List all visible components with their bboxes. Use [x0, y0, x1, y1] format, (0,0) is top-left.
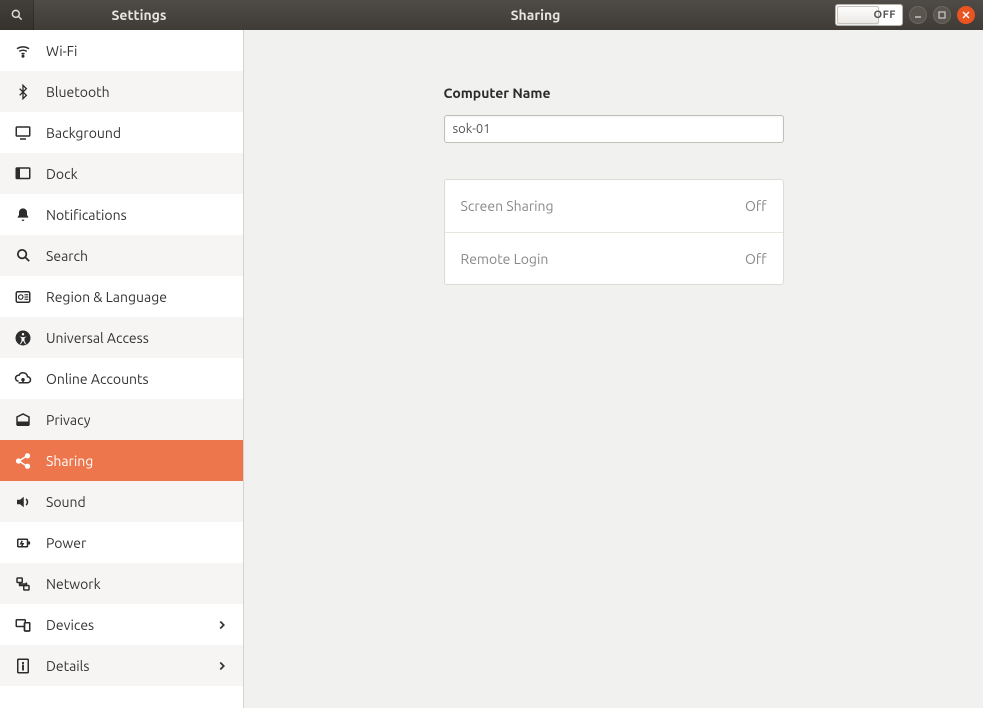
- search-button[interactable]: [0, 0, 34, 30]
- sidebar: Wi-Fi Bluetooth Background Dock Notifica: [0, 30, 244, 708]
- network-icon: [14, 575, 32, 593]
- sidebar-item-sharing[interactable]: Sharing: [0, 440, 243, 481]
- display-icon: [14, 124, 32, 142]
- bluetooth-icon: [14, 83, 32, 101]
- sidebar-item-bluetooth[interactable]: Bluetooth: [0, 71, 243, 112]
- sidebar-item-power[interactable]: Power: [0, 522, 243, 563]
- computer-name-input[interactable]: [444, 115, 784, 143]
- sidebar-item-online[interactable]: Online Accounts: [0, 358, 243, 399]
- sidebar-item-label: Background: [46, 125, 121, 141]
- power-icon: [14, 534, 32, 552]
- accessibility-icon: [14, 329, 32, 347]
- row-remote-login[interactable]: Remote Login Off: [445, 232, 783, 284]
- dock-icon: [14, 165, 32, 183]
- sidebar-item-label: Search: [46, 248, 88, 264]
- sidebar-item-network[interactable]: Network: [0, 563, 243, 604]
- main-area: Wi-Fi Bluetooth Background Dock Notifica: [0, 30, 983, 708]
- sharing-options-list: Screen Sharing Off Remote Login Off: [444, 179, 784, 285]
- sidebar-item-label: Sharing: [46, 453, 93, 469]
- search-icon: [14, 247, 32, 265]
- sidebar-item-label: Bluetooth: [46, 84, 110, 100]
- window-maximize-button[interactable]: [933, 6, 951, 24]
- window-controls: OFF: [827, 4, 983, 26]
- sidebar-item-label: Region & Language: [46, 289, 167, 305]
- row-status: Off: [745, 198, 767, 214]
- sidebar-item-label: Privacy: [46, 412, 90, 428]
- sharing-master-toggle[interactable]: OFF: [835, 4, 903, 26]
- app-title: Settings: [34, 7, 244, 23]
- cloud-key-icon: [14, 370, 32, 388]
- sidebar-item-notifications[interactable]: Notifications: [0, 194, 243, 235]
- titlebar: Settings Sharing OFF: [0, 0, 983, 30]
- toggle-state-label: OFF: [873, 9, 896, 21]
- minimize-icon: [913, 10, 923, 20]
- wifi-icon: [14, 42, 32, 60]
- share-icon: [14, 452, 32, 470]
- devices-icon: [14, 616, 32, 634]
- sidebar-item-label: Details: [46, 658, 89, 674]
- search-icon: [10, 8, 24, 22]
- row-screen-sharing[interactable]: Screen Sharing Off: [445, 180, 783, 232]
- sidebar-item-label: Devices: [46, 617, 94, 633]
- chevron-right-icon: [215, 618, 229, 632]
- sidebar-item-label: Universal Access: [46, 330, 149, 346]
- privacy-icon: [14, 411, 32, 429]
- bell-icon: [14, 206, 32, 224]
- sidebar-item-universal[interactable]: Universal Access: [0, 317, 243, 358]
- computer-name-section: Computer Name: [444, 85, 784, 143]
- content-pane: Computer Name Screen Sharing Off Remote …: [244, 30, 983, 708]
- chevron-right-icon: [215, 659, 229, 673]
- sidebar-item-devices[interactable]: Devices: [0, 604, 243, 645]
- sidebar-item-label: Sound: [46, 494, 86, 510]
- maximize-icon: [937, 10, 947, 20]
- sidebar-item-details[interactable]: Details: [0, 645, 243, 686]
- globe-icon: [14, 288, 32, 306]
- sidebar-item-wifi[interactable]: Wi-Fi: [0, 30, 243, 71]
- sidebar-item-dock[interactable]: Dock: [0, 153, 243, 194]
- details-icon: [14, 657, 32, 675]
- close-icon: [961, 10, 971, 20]
- sidebar-item-search[interactable]: Search: [0, 235, 243, 276]
- sidebar-item-region[interactable]: Region & Language: [0, 276, 243, 317]
- sidebar-item-label: Notifications: [46, 207, 127, 223]
- row-label: Screen Sharing: [461, 198, 554, 214]
- row-status: Off: [745, 251, 767, 267]
- sidebar-item-sound[interactable]: Sound: [0, 481, 243, 522]
- sound-icon: [14, 493, 32, 511]
- computer-name-label: Computer Name: [444, 85, 784, 101]
- sidebar-item-label: Dock: [46, 166, 78, 182]
- window-close-button[interactable]: [957, 6, 975, 24]
- sidebar-item-label: Wi-Fi: [46, 43, 77, 59]
- sidebar-item-privacy[interactable]: Privacy: [0, 399, 243, 440]
- sidebar-item-label: Online Accounts: [46, 371, 149, 387]
- sidebar-item-label: Power: [46, 535, 86, 551]
- row-label: Remote Login: [461, 251, 549, 267]
- page-title: Sharing: [244, 7, 827, 23]
- sidebar-item-label: Network: [46, 576, 101, 592]
- sidebar-item-background[interactable]: Background: [0, 112, 243, 153]
- window-minimize-button[interactable]: [909, 6, 927, 24]
